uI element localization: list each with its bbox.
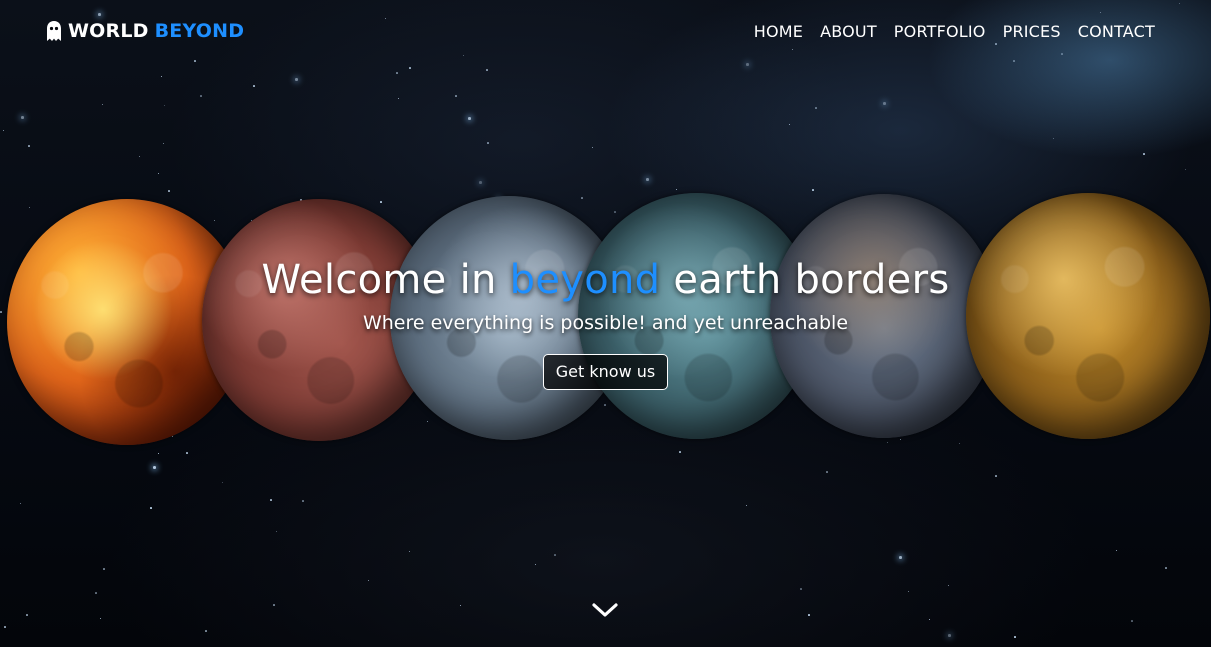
get-know-us-button[interactable]: Get know us — [542, 354, 669, 390]
hero-title: Welcome in beyond earth borders — [0, 254, 1211, 306]
brand-word-2: BEYOND — [154, 20, 245, 42]
hero-subtitle: Where everything is possible! and yet un… — [362, 312, 849, 334]
nav-link-portfolio[interactable]: PORTFOLIO — [894, 22, 986, 41]
brand-word-1: WORLD — [68, 20, 149, 42]
ghost-icon — [47, 21, 61, 41]
hero-title-part2: earth borders — [660, 257, 950, 303]
hero-content: Welcome in beyond earth borders Where ev… — [0, 254, 1211, 390]
brand-logo[interactable]: WORLD BEYOND — [46, 18, 244, 44]
nav-link-home[interactable]: HOME — [754, 22, 803, 41]
navbar: WORLD BEYOND HOME ABOUT PORTFOLIO PRICES… — [0, 18, 1211, 44]
chevron-down-icon[interactable] — [590, 598, 620, 622]
nav-link-about[interactable]: ABOUT — [820, 22, 877, 41]
nav-link-prices[interactable]: PRICES — [1003, 22, 1061, 41]
hero-title-part1: Welcome in — [261, 257, 510, 303]
nav-link-contact[interactable]: CONTACT — [1078, 22, 1155, 41]
hero-title-highlight: beyond — [509, 257, 661, 303]
main-menu: HOME ABOUT PORTFOLIO PRICES CONTACT — [754, 18, 1155, 44]
hero-section: WORLD BEYOND HOME ABOUT PORTFOLIO PRICES… — [0, 0, 1211, 647]
